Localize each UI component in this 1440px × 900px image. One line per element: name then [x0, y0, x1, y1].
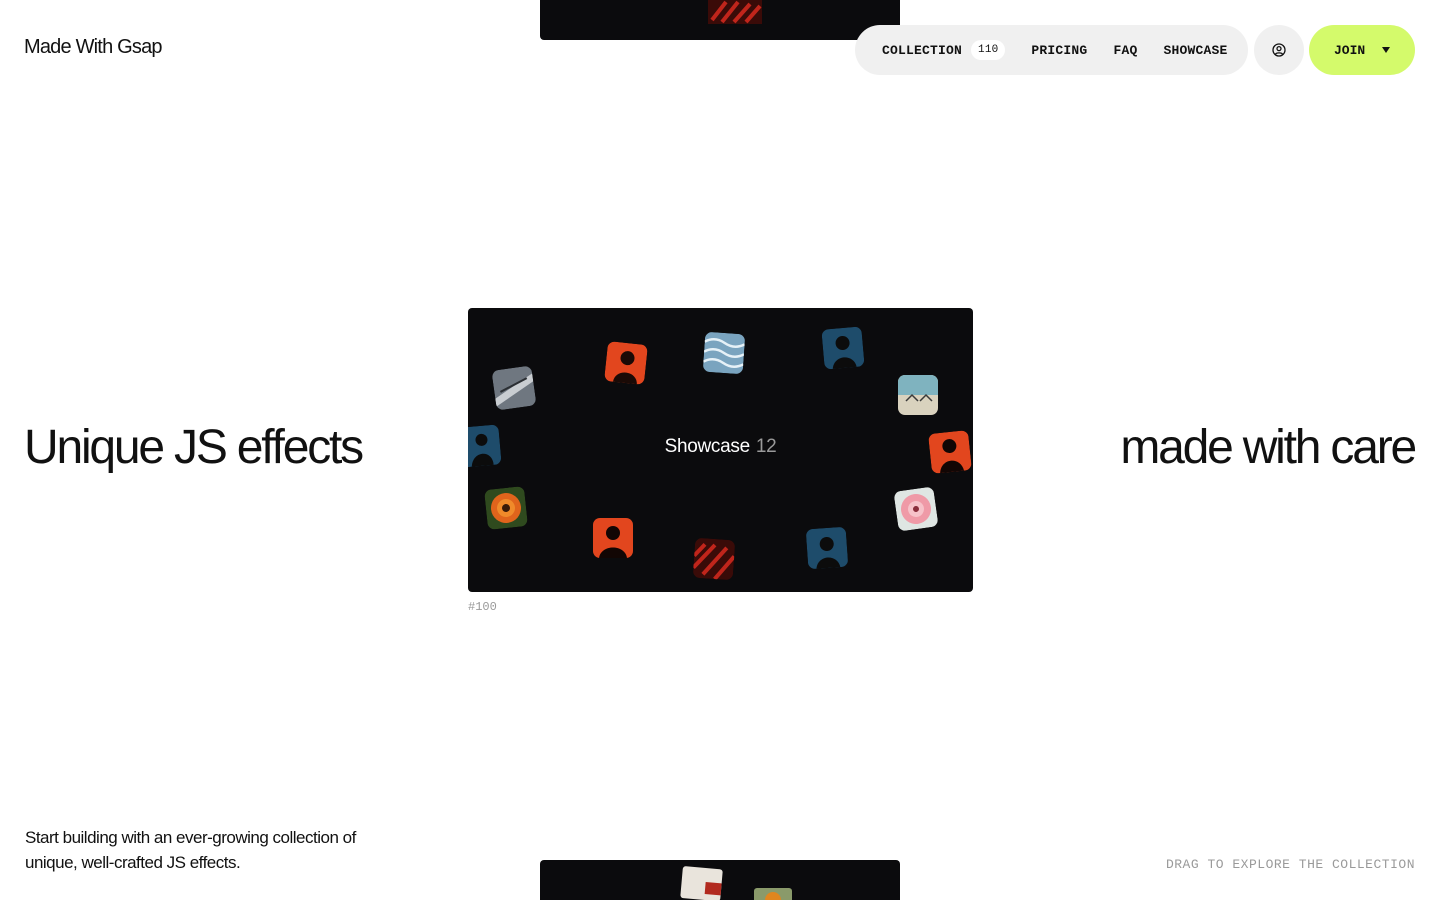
thumb-portrait-blue: [821, 326, 865, 370]
drag-hint: DRAG TO EXPLORE THE COLLECTION: [1165, 857, 1415, 872]
hero-heading-right: made with care: [1120, 421, 1417, 474]
thumb-portrait-orange-3: [593, 518, 633, 558]
main-nav: COLLECTION 110 PRICING FAQ SHOWCASE: [855, 25, 1248, 75]
thumb-portrait-blue-3: [805, 526, 849, 570]
thumb-portrait-orange: [604, 341, 648, 385]
preview-card-previous[interactable]: [540, 0, 900, 40]
nav-showcase-link[interactable]: SHOWCASE: [1163, 43, 1227, 58]
site-logo[interactable]: Made With Gsap: [24, 36, 163, 59]
preview-thumb-image: [708, 0, 762, 24]
user-circle-icon: [1272, 43, 1286, 57]
account-button[interactable]: [1254, 25, 1304, 75]
nav-collection-label: COLLECTION: [882, 42, 963, 58]
collection-count-badge: 110: [971, 40, 1006, 60]
tagline: Start building with an ever-growing coll…: [25, 828, 356, 872]
thumb-flower-orange: [484, 486, 528, 530]
preview-thumbs: [680, 866, 792, 900]
nav-pricing-link[interactable]: PRICING: [1031, 43, 1087, 58]
thumb-beach: [898, 375, 938, 415]
hero-heading-left: Unique JS effects: [24, 421, 364, 474]
join-button[interactable]: JOIN: [1309, 25, 1415, 75]
thumb-architecture: [491, 365, 537, 411]
card-id-label: #100: [468, 600, 497, 614]
showcase-card[interactable]: Showcase 12: [468, 308, 973, 592]
caret-down-icon: [1381, 45, 1391, 55]
showcase-count: 12: [755, 436, 777, 457]
page: Made With Gsap COLLECTION 110 PRICING FA…: [0, 0, 1440, 900]
join-label: JOIN: [1334, 42, 1366, 58]
nav-faq-link[interactable]: FAQ: [1113, 43, 1137, 58]
showcase-title-text: Showcase: [664, 436, 751, 457]
showcase-card-title: Showcase 12: [468, 436, 973, 458]
thumb-water: [702, 331, 746, 375]
preview-card-next[interactable]: [540, 860, 900, 900]
nav-collection-link[interactable]: COLLECTION 110: [882, 40, 1006, 60]
thumb-red-pattern: [692, 537, 736, 581]
thumb-flower-pink: [893, 486, 939, 532]
